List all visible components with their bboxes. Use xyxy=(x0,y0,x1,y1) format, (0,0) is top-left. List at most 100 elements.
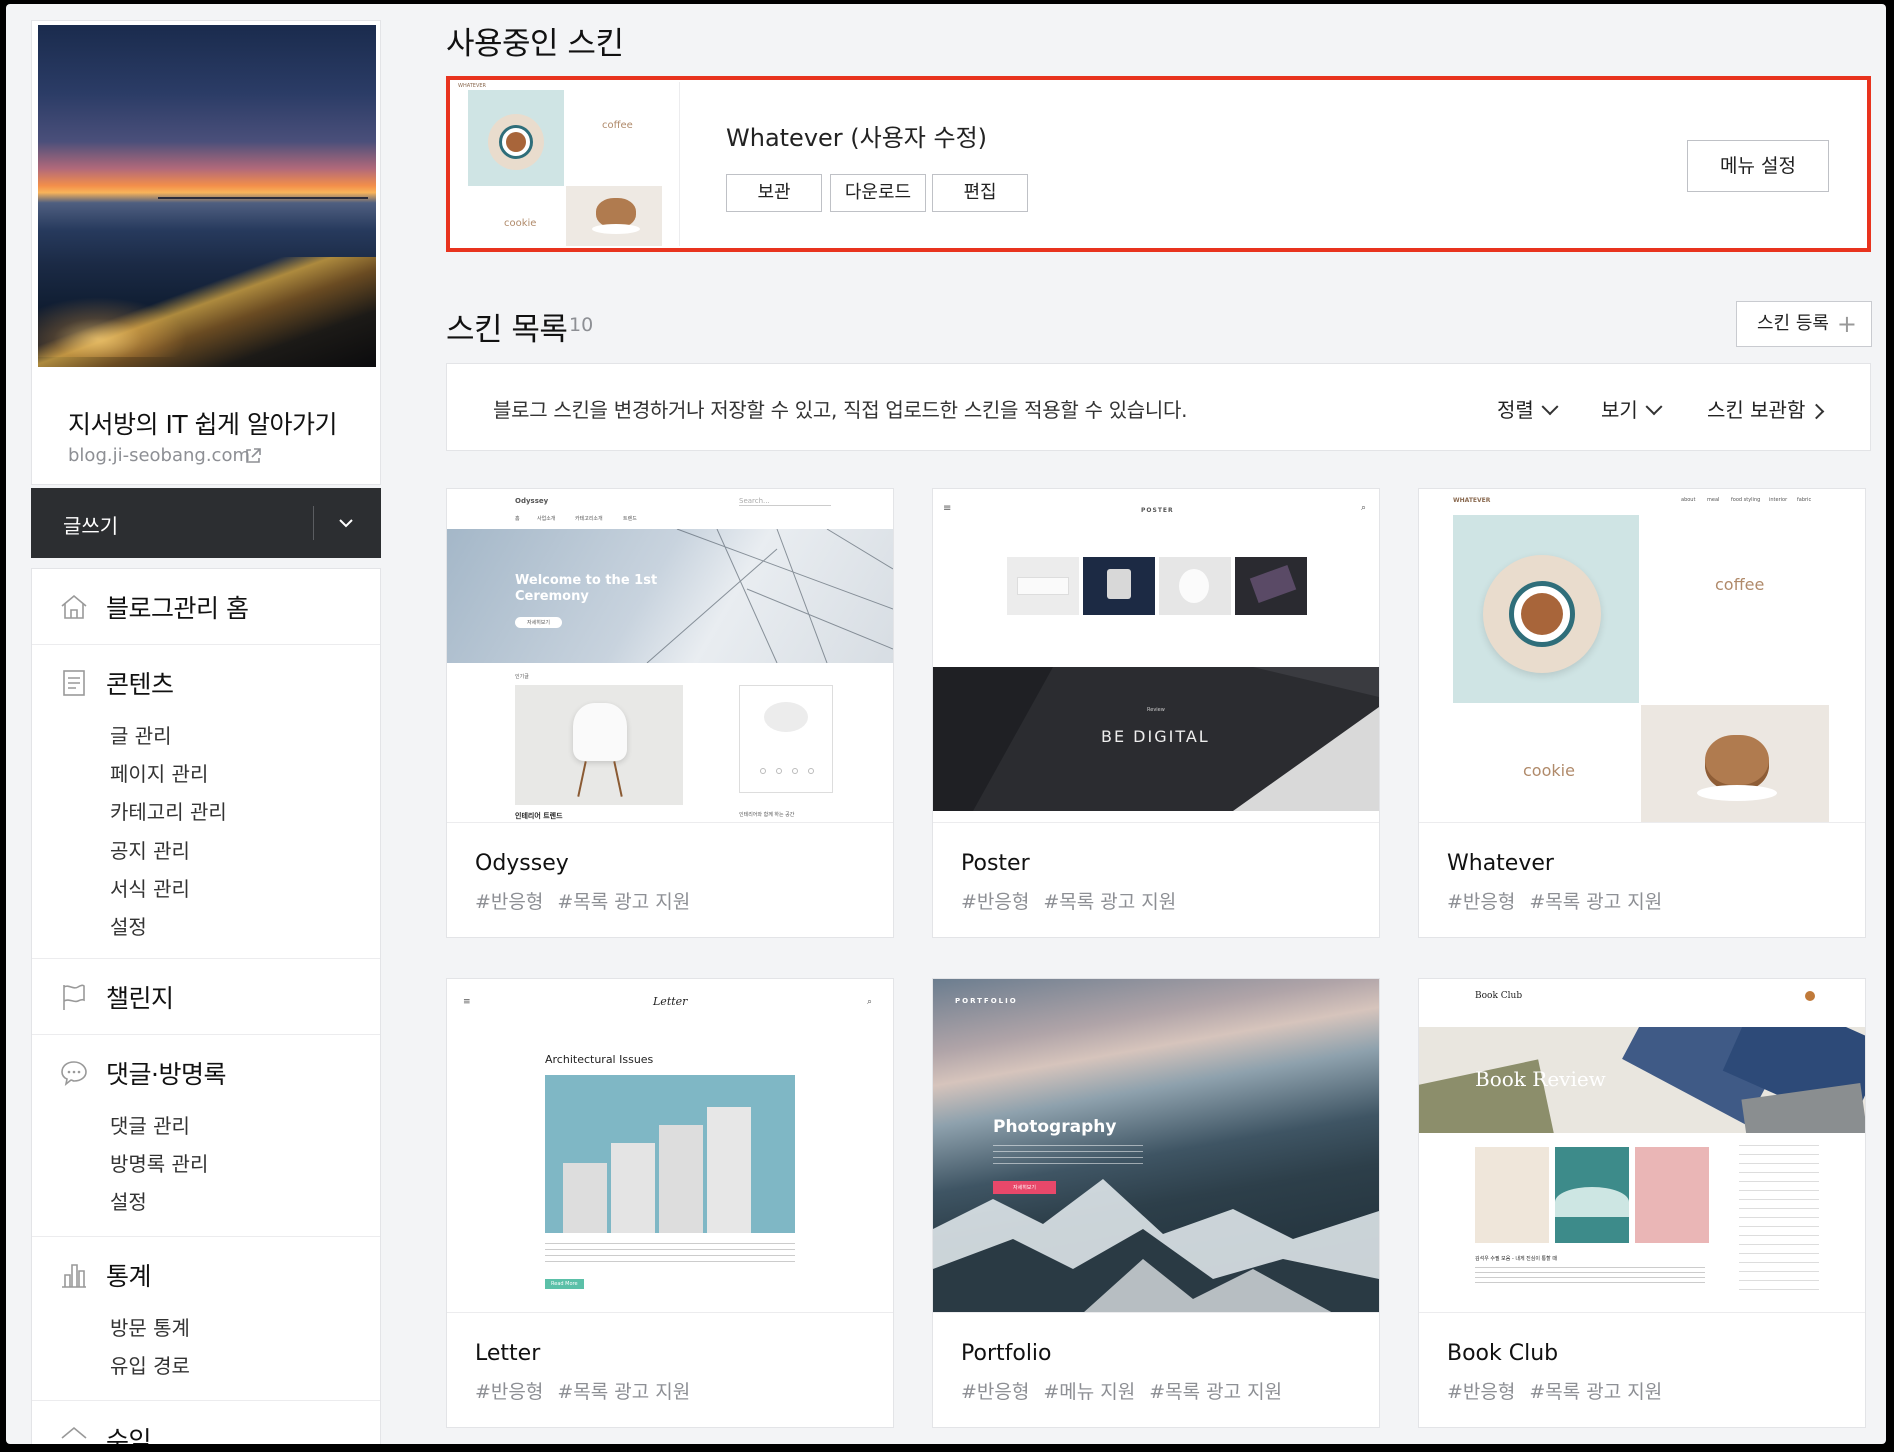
menu-category-manage[interactable]: 카테고리 관리 xyxy=(110,796,227,825)
hamburger-icon: ≡ xyxy=(463,997,471,1007)
sort-dropdown[interactable]: 정렬 xyxy=(1497,394,1559,423)
skin-tag: #메뉴 지원 xyxy=(1043,1381,1136,1403)
odyssey-search: Search... xyxy=(739,497,831,506)
blog-url-link[interactable]: blog.ji-seobang.com xyxy=(68,445,250,466)
odyssey-nav-2: 카테고리소개 xyxy=(575,516,603,522)
odyssey-hero-button: 자세히보기 xyxy=(515,617,563,628)
current-skin-thumbnail[interactable]: WHATEVER coffee cookie xyxy=(452,82,680,246)
menu-challenge-link[interactable]: 챌린지 xyxy=(106,979,174,1015)
menu-section-revenue: 수익 xyxy=(32,1401,380,1444)
menu-post-manage[interactable]: 글 관리 xyxy=(110,720,172,749)
odyssey-nav-1: 사업소개 xyxy=(537,516,556,522)
menu-template-manage[interactable]: 서식 관리 xyxy=(110,873,190,902)
whatever-cookie-image xyxy=(1641,705,1829,822)
menu-settings-button[interactable]: 메뉴 설정 xyxy=(1687,140,1829,192)
odyssey-hero-text: Welcome to the 1st Ceremony xyxy=(515,573,658,604)
whatever-thumbnail[interactable]: WHATEVER about meal food styling interio… xyxy=(1419,489,1865,823)
register-skin-button[interactable]: 스킨 등록 + xyxy=(1736,301,1872,347)
portfolio-hero-button: 자세히보기 xyxy=(993,1181,1057,1194)
edit-button[interactable]: 편집 xyxy=(932,174,1028,212)
skin-list-heading: 스킨 목록 xyxy=(446,312,568,348)
register-skin-label: 스킨 등록 xyxy=(1757,313,1829,334)
menu-contents-link[interactable]: 콘텐츠 xyxy=(106,665,174,701)
menu-section-stats: 통계 방문 통계 유입 경로 xyxy=(32,1237,380,1401)
photo-lights xyxy=(38,297,188,357)
blog-cover-image[interactable] xyxy=(38,25,376,367)
menu-notice-manage[interactable]: 공지 관리 xyxy=(110,835,190,864)
view-dropdown[interactable]: 보기 xyxy=(1601,394,1663,423)
menu-guestbook-manage[interactable]: 방명록 관리 xyxy=(110,1148,208,1177)
menu-comment-manage[interactable]: 댓글 관리 xyxy=(110,1110,190,1139)
skin-card-odyssey[interactable]: Odyssey Search... 홈 사업소개 카테고리소개 트렌드 Welc… xyxy=(446,488,894,938)
odyssey-section-label: 인기글 xyxy=(515,674,529,680)
write-divider xyxy=(313,506,314,540)
letter-building-image xyxy=(545,1075,795,1233)
chevron-down-icon[interactable] xyxy=(335,512,357,534)
search-icon: ⌕ xyxy=(867,997,873,1007)
skin-card-letter[interactable]: ≡ Letter ⌕ Architectural Issues Read Mor… xyxy=(446,978,894,1428)
skin-tag: #반응형 xyxy=(475,1381,544,1403)
thumb-cookie-tile xyxy=(566,186,662,246)
menu-contents-settings[interactable]: 설정 xyxy=(110,911,147,940)
hamburger-icon: ≡ xyxy=(943,503,952,514)
menu-section-home: 블로그관리 홈 xyxy=(32,569,380,645)
write-post-button[interactable]: 글쓰기 xyxy=(31,488,381,558)
menu-home-link[interactable]: 블로그관리 홈 xyxy=(106,589,249,625)
poster-product-4 xyxy=(1235,557,1307,615)
blog-title[interactable]: 지서방의 IT 쉽게 알아가기 xyxy=(68,405,338,441)
menu-page-manage[interactable]: 페이지 관리 xyxy=(110,758,208,787)
portfolio-thumbnail[interactable]: PORTFOLIO Photography 자세히보기 xyxy=(933,979,1379,1313)
bookclub-book-1 xyxy=(1475,1147,1549,1243)
plus-icon: + xyxy=(1836,310,1857,338)
whatever-brand: WHATEVER xyxy=(1453,497,1491,504)
menu-referrer[interactable]: 유입 경로 xyxy=(110,1350,190,1379)
menu-comments-settings[interactable]: 설정 xyxy=(110,1186,147,1215)
thumb-coffee-tile xyxy=(468,90,564,186)
sort-label: 정렬 xyxy=(1497,398,1534,422)
bookclub-hero: Book Review xyxy=(1419,1027,1865,1133)
skin-tags: #반응형 #목록 광고 지원 xyxy=(1447,887,1676,914)
whatever-nav-2: food styling xyxy=(1731,497,1761,503)
external-link-icon[interactable] xyxy=(244,447,262,465)
skin-card-whatever[interactable]: WHATEVER about meal food styling interio… xyxy=(1418,488,1866,938)
odyssey-side-widget xyxy=(739,685,833,793)
menu-comments-link[interactable]: 댓글·방명록 xyxy=(106,1055,226,1091)
odyssey-thumbnail[interactable]: Odyssey Search... 홈 사업소개 카테고리소개 트렌드 Welc… xyxy=(447,489,893,823)
skin-tag: #반응형 xyxy=(961,1381,1030,1403)
menu-revenue-link[interactable]: 수익 xyxy=(106,1421,152,1444)
download-button[interactable]: 다운로드 xyxy=(830,174,926,212)
skin-card-poster[interactable]: ≡ POSTER ⌕ Review BE DIGITAL Poster #반응형… xyxy=(932,488,1380,938)
skin-tag: #반응형 xyxy=(1447,891,1516,913)
menu-section-comments: 댓글·방명록 댓글 관리 방명록 관리 설정 xyxy=(32,1035,380,1237)
whatever-cookie-word: cookie xyxy=(1523,761,1575,780)
odyssey-hero: Welcome to the 1st Ceremony 자세히보기 xyxy=(447,529,893,663)
letter-thumbnail[interactable]: ≡ Letter ⌕ Architectural Issues Read Mor… xyxy=(447,979,893,1313)
letter-excerpt-lines xyxy=(545,1243,795,1265)
skin-card-portfolio[interactable]: PORTFOLIO Photography 자세히보기 Portfolio #반… xyxy=(932,978,1380,1428)
letter-brand: Letter xyxy=(653,995,688,1008)
skin-storage-link[interactable]: 스킨 보관함 xyxy=(1707,394,1825,423)
menu-visit-stats[interactable]: 방문 통계 xyxy=(110,1312,190,1341)
avatar xyxy=(1805,991,1815,1001)
menu-stats-link[interactable]: 통계 xyxy=(106,1257,152,1293)
bookclub-book-3 xyxy=(1635,1147,1709,1243)
revenue-icon xyxy=(61,1426,87,1439)
whatever-nav-3: interior xyxy=(1769,497,1788,503)
current-skin-name: Whatever (사용자 수정) xyxy=(726,124,988,152)
skin-tags: #반응형 #목록 광고 지원 xyxy=(475,887,704,914)
view-label: 보기 xyxy=(1601,398,1638,422)
bookclub-excerpt-lines xyxy=(1475,1267,1705,1287)
bookclub-thumbnail[interactable]: Book Club Book Review 김석우 수필 모음 - 내게 진심이… xyxy=(1419,979,1865,1313)
poster-banner-kicker: Review xyxy=(1147,707,1165,713)
letter-read-more: Read More xyxy=(545,1279,584,1289)
odyssey-side-caption: 인테리어와 함께 하는 공간 xyxy=(739,812,795,818)
skin-management-page: 지서방의 IT 쉽게 알아가기 blog.ji-seobang.com 글쓰기 … xyxy=(6,4,1886,1444)
photo-bridge xyxy=(158,197,368,199)
poster-product-1 xyxy=(1007,557,1079,615)
skin-tag: #목록 광고 지원 xyxy=(1043,891,1177,913)
archive-button[interactable]: 보관 xyxy=(726,174,822,212)
odyssey-post-title: 인테리어 트렌드 xyxy=(515,812,563,820)
poster-thumbnail[interactable]: ≡ POSTER ⌕ Review BE DIGITAL xyxy=(933,489,1379,823)
skin-card-bookclub[interactable]: Book Club Book Review 김석우 수필 모음 - 내게 진심이… xyxy=(1418,978,1866,1428)
speech-bubble-icon xyxy=(61,1061,87,1086)
